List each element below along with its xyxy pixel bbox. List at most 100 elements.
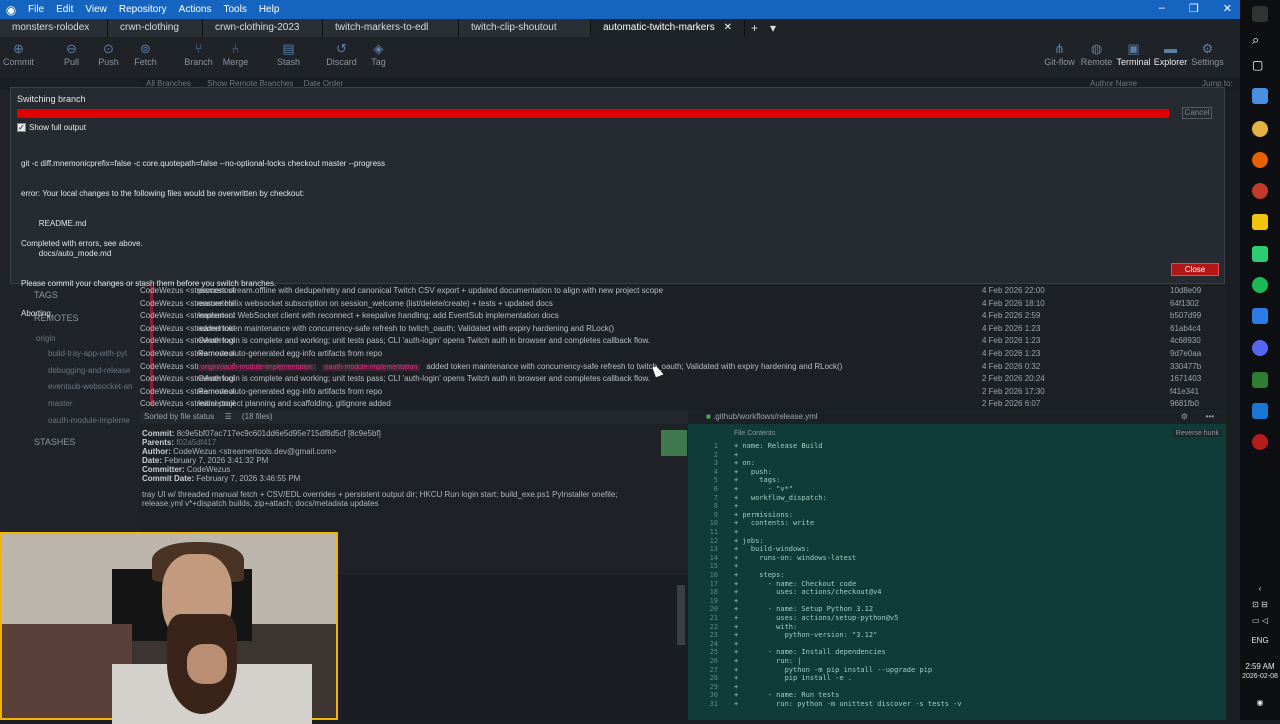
branch-badge[interactable]: origin/oauth-module-implementation	[198, 363, 316, 371]
task-view-icon[interactable]: ▢	[1252, 58, 1268, 74]
menu-tools[interactable]: Tools	[217, 4, 252, 15]
branch-badge[interactable]: oauth-module-implementation	[321, 363, 421, 371]
commit-message-text: Remove auto-generated egg-info artifacts…	[198, 386, 383, 396]
sidebar-branch-master[interactable]: master	[48, 399, 72, 408]
opera-icon[interactable]	[1252, 183, 1268, 199]
close-window-icon[interactable]: ✕	[1223, 2, 1232, 15]
menu-repository[interactable]: Repository	[113, 4, 173, 15]
line-number: 19	[709, 596, 718, 605]
explorer-label: Explorer	[1153, 57, 1188, 67]
firefox-icon[interactable]	[1252, 152, 1268, 168]
cancel-button[interactable]: Cancel	[1182, 107, 1212, 119]
discard-icon: ↺	[336, 41, 347, 56]
gear-icon: ⚙	[1201, 41, 1214, 56]
commit-row[interactable]: Remove auto-generated egg-info artifacts…	[140, 349, 1226, 361]
line-text: +	[734, 639, 739, 648]
settings-button[interactable]: ⚙ Settings	[1189, 37, 1226, 67]
commit-row[interactable]: origin/oauth-module-implementation oauth-…	[140, 362, 1226, 374]
show-full-output-checkbox[interactable]: ✓ Show full output	[17, 123, 86, 132]
branch-label: Branch	[184, 57, 213, 67]
notepad-icon[interactable]	[1252, 246, 1268, 262]
commit-date: 4 Feb 2026 1:23	[982, 323, 1041, 333]
file-explorer-icon[interactable]	[1252, 214, 1268, 230]
menu-edit[interactable]: Edit	[50, 4, 79, 15]
commit-row[interactable]: OAuth login is complete and working; uni…	[140, 374, 1226, 386]
menu-help[interactable]: Help	[253, 4, 286, 15]
tab-crwn-clothing-2023[interactable]: crwn-clothing-2023	[203, 19, 323, 37]
tab-dropdown-icon[interactable]: ▾	[764, 19, 782, 37]
tab-twitch-markers-to-edl[interactable]: twitch-markers-to-edl	[323, 19, 459, 37]
line-number: 10	[709, 519, 718, 528]
commit-message: Remove auto-generated egg-info artifacts…	[198, 387, 382, 396]
tray-icons[interactable]: ⊡ ⊟	[1240, 600, 1280, 609]
sort-select[interactable]: Sorted by file status	[144, 412, 214, 421]
sidebar-branch-debugging[interactable]: debugging-and-release	[48, 366, 130, 375]
reverse-hunk-button[interactable]: Reverse hunk	[1172, 430, 1222, 437]
dialog-title: Switching branch	[17, 94, 86, 104]
gear-icon[interactable]: ⚙	[1181, 412, 1188, 421]
close-button[interactable]: Close	[1171, 263, 1219, 276]
app-icon-3[interactable]	[1252, 403, 1268, 419]
line-text: + - name: Install dependencies	[734, 648, 886, 657]
app-icon[interactable]	[1252, 88, 1268, 104]
scrollbar[interactable]	[677, 585, 685, 645]
close-tab-icon[interactable]: ✕	[724, 22, 732, 34]
sourcetree-icon[interactable]	[1252, 308, 1268, 324]
stash-button[interactable]: ▤ Stash	[270, 37, 307, 77]
spotify-icon[interactable]	[1252, 277, 1268, 293]
menu-file[interactable]: File	[22, 4, 50, 15]
branch-button[interactable]: ⑂ Branch	[180, 37, 217, 77]
more-icon[interactable]: •••	[1206, 412, 1214, 421]
sidebar-branch-build-tray[interactable]: build-tray-app-with-pyt	[48, 349, 127, 358]
diff-line: 31 + run: python -m unittest discover -s …	[688, 700, 1226, 709]
merge-button[interactable]: ⑃ Merge	[217, 37, 254, 77]
menu-view[interactable]: View	[79, 4, 113, 15]
sidebar-branch-eventsub[interactable]: eventsub-websocket-an	[48, 382, 133, 391]
language-indicator[interactable]: ENG	[1240, 636, 1280, 645]
line-number: 11	[709, 528, 718, 536]
line-number: 13	[709, 545, 718, 554]
commit-date: 4 Feb 2026 1:23	[982, 349, 1041, 358]
line-number: 22	[709, 622, 718, 631]
parents-hash[interactable]: f02a5df417	[176, 438, 216, 447]
pull-button[interactable]: ⊖ Pull	[53, 37, 90, 77]
new-tab-icon[interactable]: +	[745, 19, 764, 37]
sidebar-branch-oauth[interactable]: oauth-module-impleme	[48, 416, 130, 425]
maximize-icon[interactable]: ❐	[1189, 2, 1199, 15]
avatar	[661, 430, 687, 456]
app-icon-2[interactable]	[1252, 372, 1268, 388]
remote-label: Remote	[1080, 57, 1113, 67]
tab-twitch-clip-shoutout[interactable]: twitch-clip-shoutout	[459, 19, 591, 37]
discard-button[interactable]: ↺ Discard	[323, 37, 360, 77]
list-view-icon[interactable]: ☰	[225, 412, 232, 421]
chevron-up-icon[interactable]: ‹	[1240, 584, 1280, 593]
push-button[interactable]: ⊙ Push	[90, 37, 127, 77]
copilot-icon[interactable]	[1252, 6, 1268, 22]
obs-icon[interactable]	[1252, 434, 1268, 450]
tag-button[interactable]: ◈ Tag	[360, 37, 397, 77]
commit-button[interactable]: ⊕ Commit	[0, 37, 37, 77]
tab-monsters-rolodex[interactable]: monsters-rolodex	[0, 19, 108, 37]
clock-time[interactable]: 2:59 AM	[1240, 662, 1280, 671]
git-flow-button[interactable]: ⋔ Git-flow	[1041, 37, 1078, 67]
discord-icon[interactable]	[1252, 340, 1268, 356]
tag-label: Tag	[371, 57, 386, 67]
menu-actions[interactable]: Actions	[173, 4, 218, 15]
volume-icon[interactable]: ▭ ◁	[1240, 616, 1280, 625]
explorer-button[interactable]: ▬ Explorer	[1152, 37, 1189, 67]
line-number: 28	[709, 674, 718, 683]
remote-button[interactable]: ◍ Remote	[1078, 37, 1115, 67]
search-icon[interactable]: ⌕	[1252, 32, 1268, 48]
terminal-button[interactable]: ▣ Terminal	[1115, 37, 1152, 67]
chrome-icon[interactable]	[1252, 121, 1268, 137]
line-text: + with:	[734, 622, 798, 631]
tab-automatic-twitch-markers[interactable]: automatic-twitch-markers ✕	[591, 19, 745, 37]
clock-date[interactable]: 2026-02-08	[1240, 673, 1280, 680]
tab-crwn-clothing[interactable]: crwn-clothing	[108, 19, 203, 37]
fetch-button[interactable]: ⊚ Fetch	[127, 37, 164, 77]
sidebar-stashes[interactable]: STASHES	[34, 437, 75, 447]
commit-date: 2 Feb 2026 6:07	[982, 399, 1041, 409]
notification-icon[interactable]: ◉	[1240, 698, 1280, 707]
commit-row[interactable]: Remove auto-generated egg-info artifacts…	[140, 387, 1226, 399]
minimize-icon[interactable]: –	[1159, 2, 1165, 15]
